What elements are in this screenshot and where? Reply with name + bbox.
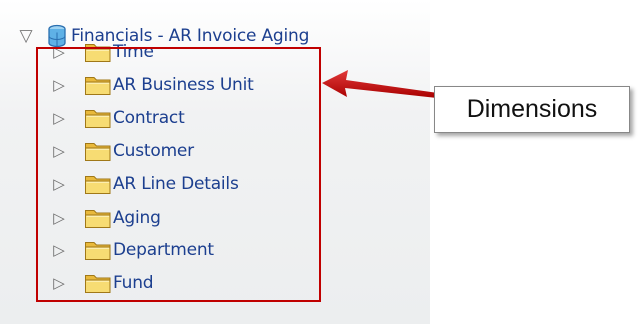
dimensions-highlight-box — [36, 47, 321, 302]
collapse-triangle-icon[interactable]: ▽ — [14, 25, 38, 47]
callout-label: Dimensions — [466, 95, 598, 123]
callout-arrow-icon — [322, 70, 438, 98]
dimensions-callout: Dimensions — [434, 86, 630, 133]
